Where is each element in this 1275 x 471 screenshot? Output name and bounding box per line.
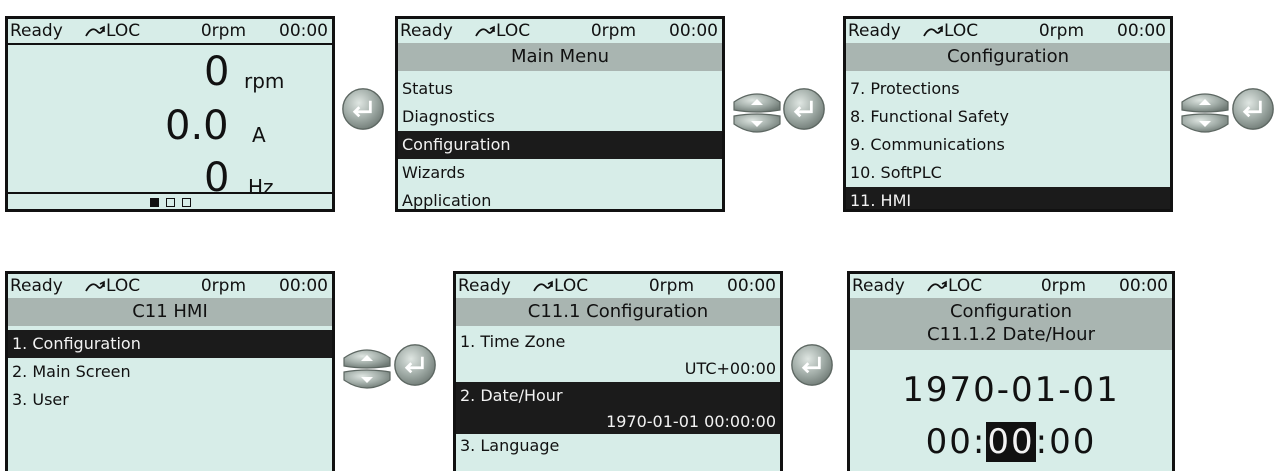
status-bar: Ready LOC 0rpm 00:00 bbox=[8, 19, 332, 45]
hmi-menu-screen: Ready LOC 0rpm 00:00 C11 HMI 1. Configur… bbox=[5, 271, 335, 471]
menu-title: Configuration bbox=[846, 43, 1170, 71]
page-dot-active bbox=[150, 198, 159, 207]
status-speed: 0rpm bbox=[1038, 21, 1084, 41]
menu-item-configuration[interactable]: 1. Configuration bbox=[8, 330, 332, 358]
date-value[interactable]: 1970-01-01 bbox=[850, 370, 1172, 410]
status-bar: Ready LOC 0rpm 00:00 bbox=[400, 21, 718, 41]
menu-item-configuration[interactable]: Configuration bbox=[398, 131, 722, 159]
status-bar: Ready LOC 0rpm 00:00 bbox=[10, 276, 328, 296]
menu-item-main-screen[interactable]: 2. Main Screen bbox=[8, 358, 332, 386]
time-separator: : bbox=[1035, 422, 1050, 462]
status-state: Ready bbox=[10, 21, 63, 41]
rotation-arrow-icon bbox=[923, 25, 943, 37]
menu-item-functional-safety[interactable]: 8. Functional Safety bbox=[846, 103, 1170, 131]
time-minutes-selected[interactable]: 00 bbox=[986, 422, 1036, 462]
enter-key-icon[interactable] bbox=[1231, 87, 1275, 131]
enter-key-icon[interactable] bbox=[393, 343, 437, 387]
page-dot bbox=[182, 198, 191, 207]
time-separator: : bbox=[972, 422, 987, 462]
current-unit: A bbox=[252, 123, 266, 147]
status-time: 00:00 bbox=[279, 21, 328, 41]
frequency-value: 0 bbox=[204, 155, 230, 201]
rotation-arrow-icon bbox=[533, 280, 553, 292]
hmi-configuration-screen: Ready LOC 0rpm 00:00 C11.1 Configuration… bbox=[453, 271, 783, 471]
item-value: 1970-01-01 00:00:00 bbox=[606, 412, 776, 431]
speed-value: 0 bbox=[204, 49, 230, 95]
item-label: 1. Time Zone bbox=[460, 332, 566, 351]
status-speed: 0rpm bbox=[590, 21, 636, 41]
menu-title: C11 HMI bbox=[8, 298, 332, 326]
status-state: Ready bbox=[848, 21, 901, 41]
enter-key-icon[interactable] bbox=[790, 343, 834, 387]
menu-item-communications[interactable]: 9. Communications bbox=[846, 131, 1170, 159]
menu-item-user[interactable]: 3. User bbox=[8, 386, 332, 414]
status-state: Ready bbox=[10, 276, 63, 296]
frequency-unit: Hz bbox=[248, 175, 274, 199]
menu-title: Main Menu bbox=[398, 43, 722, 71]
home-screen: Ready LOC 0rpm 00:00 0 rpm 0.0 A 0 Hz bbox=[5, 16, 335, 212]
up-down-arrow-keys-icon[interactable] bbox=[1180, 90, 1230, 136]
status-speed: 0rpm bbox=[200, 276, 246, 296]
item-label: 2. Date/Hour bbox=[456, 382, 780, 410]
page-dot bbox=[166, 198, 175, 207]
subtitle-line: C11.1.2 Date/Hour bbox=[927, 324, 1095, 345]
menu-item-hmi[interactable]: 11. HMI bbox=[846, 187, 1170, 209]
status-time: 00:00 bbox=[1117, 21, 1166, 41]
enter-key-icon[interactable] bbox=[341, 87, 385, 131]
configuration-menu-screen: Ready LOC 0rpm 00:00 Configuration 7. Pr… bbox=[843, 16, 1173, 212]
rotation-arrow-icon bbox=[927, 280, 947, 292]
time-hours[interactable]: 00 bbox=[926, 422, 973, 462]
menu-item-diagnostics[interactable]: Diagnostics bbox=[398, 103, 722, 131]
status-time: 00:00 bbox=[1119, 276, 1168, 296]
main-menu-screen: Ready LOC 0rpm 00:00 Main Menu Status Di… bbox=[395, 16, 725, 212]
current-value: 0.0 bbox=[165, 103, 229, 149]
status-time: 00:00 bbox=[669, 21, 718, 41]
status-state: Ready bbox=[458, 276, 511, 296]
status-time: 00:00 bbox=[279, 276, 328, 296]
item-value: UTC+00:00 bbox=[684, 359, 776, 378]
menu-item-language[interactable]: 3. Language bbox=[456, 434, 780, 458]
status-speed: 0rpm bbox=[200, 21, 246, 41]
menu-item-application[interactable]: Application bbox=[398, 187, 722, 209]
status-time: 00:00 bbox=[727, 276, 776, 296]
status-bar: Ready LOC 0rpm 00:00 bbox=[852, 276, 1168, 296]
menu-item-date-hour[interactable]: 2. Date/Hour 1970-01-01 00:00:00 bbox=[456, 382, 780, 434]
status-bar: Ready LOC 0rpm 00:00 bbox=[458, 276, 776, 296]
menu-item-time-zone[interactable]: 1. Time Zone UTC+00:00 bbox=[456, 328, 780, 382]
menu-item-wizards[interactable]: Wizards bbox=[398, 159, 722, 187]
up-down-arrow-keys-icon[interactable] bbox=[342, 346, 392, 392]
menu-item-status[interactable]: Status bbox=[398, 75, 722, 103]
rotation-arrow-icon bbox=[85, 25, 105, 37]
speed-unit: rpm bbox=[244, 69, 285, 93]
time-seconds[interactable]: 00 bbox=[1049, 422, 1096, 462]
rotation-arrow-icon bbox=[85, 280, 105, 292]
status-speed: 0rpm bbox=[1040, 276, 1086, 296]
menu-item-softplc[interactable]: 10. SoftPLC bbox=[846, 159, 1170, 187]
menu-item-protections[interactable]: 7. Protections bbox=[846, 75, 1170, 103]
divider bbox=[8, 192, 332, 194]
title-block: Configuration C11.1.2 Date/Hour bbox=[850, 298, 1172, 350]
time-value: 00:00:00 bbox=[850, 422, 1172, 462]
status-state: Ready bbox=[852, 276, 905, 296]
status-state: Ready bbox=[400, 21, 453, 41]
date-hour-screen: Ready LOC 0rpm 00:00 Configuration C11.1… bbox=[847, 271, 1175, 471]
up-down-arrow-keys-icon[interactable] bbox=[732, 90, 782, 136]
menu-title: C11.1 Configuration bbox=[456, 298, 780, 326]
enter-key-icon[interactable] bbox=[782, 87, 826, 131]
title-line: Configuration bbox=[949, 301, 1073, 322]
status-bar: Ready LOC 0rpm 00:00 bbox=[848, 21, 1166, 41]
rotation-arrow-icon bbox=[475, 25, 495, 37]
status-speed: 0rpm bbox=[648, 276, 694, 296]
